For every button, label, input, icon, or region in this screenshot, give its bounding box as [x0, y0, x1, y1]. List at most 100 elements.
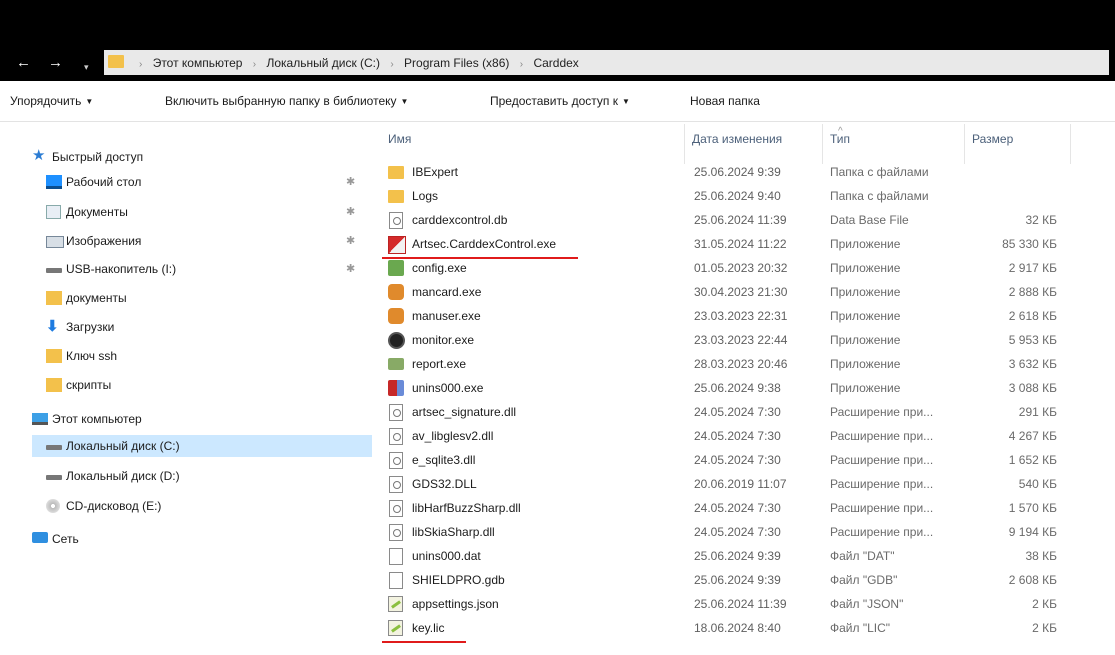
table-row[interactable]: report.exe 28.03.2023 20:46 Приложение 3 63…: [382, 352, 1082, 376]
sidebar-item-usb-drive[interactable]: USB-накопитель (I:) ✱: [46, 258, 372, 280]
folder-icon: [46, 378, 62, 392]
drive-icon: [46, 268, 62, 273]
file-type: Приложение: [830, 333, 901, 347]
file-name: libHarfBuzzSharp.dll: [412, 501, 521, 515]
file-name: key.lic: [412, 621, 445, 635]
file-size: 32 КБ: [1025, 213, 1057, 227]
table-row[interactable]: carddexcontrol.db 25.06.2024 11:39 Data Ba…: [382, 208, 1082, 232]
file-date: 25.06.2024 9:39: [694, 549, 781, 563]
breadcrumb-program-files-x86[interactable]: Program Files (x86): [404, 56, 509, 70]
table-row[interactable]: artsec_signature.dll 24.05.2024 7:30 Расши…: [382, 400, 1082, 424]
column-divider[interactable]: [1070, 124, 1071, 164]
table-row[interactable]: Logs 25.06.2024 9:40 Папка с файлами: [382, 184, 1082, 208]
sidebar-item-pictures[interactable]: Изображения ✱: [46, 230, 372, 252]
table-row[interactable]: GDS32.DLL 20.06.2019 11:07 Расширение при.…: [382, 472, 1082, 496]
table-row[interactable]: manuser.exe 23.03.2023 22:31 Приложение 2 6…: [382, 304, 1082, 328]
sidebar-item-local-disk-d[interactable]: Локальный диск (D:): [46, 465, 372, 487]
table-row[interactable]: SHIELDPRO.gdb 25.06.2024 9:39 Файл "GDB" 2 …: [382, 568, 1082, 592]
back-arrow-icon[interactable]: ←: [16, 54, 31, 72]
new-folder-button[interactable]: Новая папка: [690, 94, 760, 108]
column-divider[interactable]: [822, 124, 823, 164]
pin-icon[interactable]: ✱: [346, 258, 355, 280]
file-size: 5 953 КБ: [1008, 333, 1057, 347]
sidebar-item-label: Сеть: [52, 532, 79, 546]
mancard-app-icon: [388, 284, 404, 300]
file-size: 1 652 КБ: [1008, 453, 1057, 467]
sidebar-item-downloads[interactable]: ⬇ Загрузки: [46, 316, 372, 338]
table-row[interactable]: unins000.dat 25.06.2024 9:39 Файл "DAT" 38 …: [382, 544, 1082, 568]
recent-locations-chevron-icon[interactable]: ▾: [84, 58, 89, 76]
table-row[interactable]: IBExpert 25.06.2024 9:39 Папка с файлами: [382, 160, 1082, 184]
sidebar-item-local-disk-c[interactable]: Локальный диск (C:): [32, 435, 372, 457]
file-date: 24.05.2024 7:30: [694, 501, 781, 515]
breadcrumb-this-pc[interactable]: Этот компьютер: [153, 56, 243, 70]
network-icon: [32, 532, 48, 543]
chevron-right-icon: ›: [519, 59, 524, 70]
sidebar-item-network[interactable]: Сеть: [32, 528, 372, 550]
sidebar-item-this-pc[interactable]: Этот компьютер: [32, 408, 372, 430]
file-type: Приложение: [830, 381, 901, 395]
include-library-label: Включить выбранную папку в библиотеку: [165, 94, 397, 108]
file-size: 3 088 КБ: [1008, 381, 1057, 395]
dll-file-icon: [389, 404, 403, 421]
sidebar-item-quick-access[interactable]: ★ Быстрый доступ: [32, 146, 372, 168]
sidebar-item-label: Локальный диск (C:): [66, 439, 180, 453]
file-type: Приложение: [830, 357, 901, 371]
drive-icon: [46, 445, 62, 450]
table-row[interactable]: libSkiaSharp.dll 24.05.2024 7:30 Расширени…: [382, 520, 1082, 544]
table-row[interactable]: config.exe 01.05.2023 20:32 Приложение 2 91…: [382, 256, 1082, 280]
table-row[interactable]: Artsec.CarddexControl.exe 31.05.2024 11:2…: [382, 232, 1082, 256]
table-row[interactable]: mancard.exe 30.04.2023 21:30 Приложение 2 8…: [382, 280, 1082, 304]
share-button[interactable]: Предоставить доступ к ▼: [490, 94, 630, 108]
organize-button[interactable]: Упорядочить ▼: [10, 94, 93, 108]
column-divider[interactable]: [964, 124, 965, 164]
file-type: Data Base File: [830, 213, 909, 227]
breadcrumb-carddex[interactable]: Carddex: [533, 56, 578, 70]
sidebar-item-cd-drive[interactable]: CD-дисковод (E:): [46, 495, 372, 517]
include-library-button[interactable]: Включить выбранную папку в библиотеку ▼: [165, 94, 408, 108]
table-row[interactable]: av_libglesv2.dll 24.05.2024 7:30 Расширени…: [382, 424, 1082, 448]
file-date: 24.05.2024 7:30: [694, 453, 781, 467]
column-header-date[interactable]: Дата изменения: [692, 132, 782, 146]
file-type: Расширение при...: [830, 525, 934, 539]
sidebar-item-dokumenty[interactable]: документы: [46, 287, 372, 309]
sidebar-item-scripts[interactable]: скрипты: [46, 374, 372, 396]
file-type: Расширение при...: [830, 405, 934, 419]
column-header-name[interactable]: Имя: [388, 132, 411, 146]
column-divider[interactable]: [684, 124, 685, 164]
sidebar-item-label: Документы: [66, 205, 128, 219]
sidebar-item-label: Рабочий стол: [66, 175, 142, 189]
table-row[interactable]: unins000.exe 25.06.2024 9:38 Приложение 3 0…: [382, 376, 1082, 400]
pin-icon[interactable]: ✱: [346, 230, 355, 252]
chevron-down-icon: ▼: [621, 97, 630, 106]
sidebar-item-ssh-key[interactable]: Ключ ssh: [46, 345, 372, 367]
pin-icon[interactable]: ✱: [346, 171, 355, 193]
table-row[interactable]: libHarfBuzzSharp.dll 24.05.2024 7:30 Расши…: [382, 496, 1082, 520]
pin-icon[interactable]: ✱: [346, 201, 355, 223]
folder-icon: [388, 166, 404, 179]
table-row[interactable]: key.lic 18.06.2024 8:40 Файл "LIC" 2 КБ: [382, 616, 1082, 640]
file-date: 25.06.2024 11:39: [694, 597, 787, 611]
sidebar-item-desktop[interactable]: Рабочий стол ✱: [46, 171, 372, 193]
star-icon: ★: [32, 147, 46, 164]
dll-file-icon: [389, 500, 403, 517]
table-row[interactable]: monitor.exe 23.03.2023 22:44 Приложение 5 9…: [382, 328, 1082, 352]
table-row[interactable]: e_sqlite3.dll 24.05.2024 7:30 Расширение п…: [382, 448, 1082, 472]
address-bar[interactable]: › Этот компьютер › Локальный диск (C:) ›…: [104, 50, 1109, 75]
file-size: 2 888 КБ: [1008, 285, 1057, 299]
table-row[interactable]: appsettings.json 25.06.2024 11:39 Файл "JS…: [382, 592, 1082, 616]
desktop-icon: [46, 175, 62, 189]
column-header-size[interactable]: Размер: [972, 132, 1013, 146]
file-name: appsettings.json: [412, 597, 499, 611]
file-size: 2 917 КБ: [1008, 261, 1057, 275]
file-type: Папка с файлами: [830, 165, 929, 179]
forward-arrow-icon[interactable]: →: [48, 54, 63, 72]
file-size: 4 267 КБ: [1008, 429, 1057, 443]
file-name: mancard.exe: [412, 285, 482, 299]
sidebar-item-documents[interactable]: Документы ✱: [46, 201, 372, 223]
breadcrumb-local-disk-c[interactable]: Локальный диск (C:): [266, 56, 380, 70]
column-header-type[interactable]: Тип: [830, 132, 850, 146]
file-name: libSkiaSharp.dll: [412, 525, 495, 539]
file-type: Папка с файлами: [830, 189, 929, 203]
folder-icon: [388, 190, 404, 203]
